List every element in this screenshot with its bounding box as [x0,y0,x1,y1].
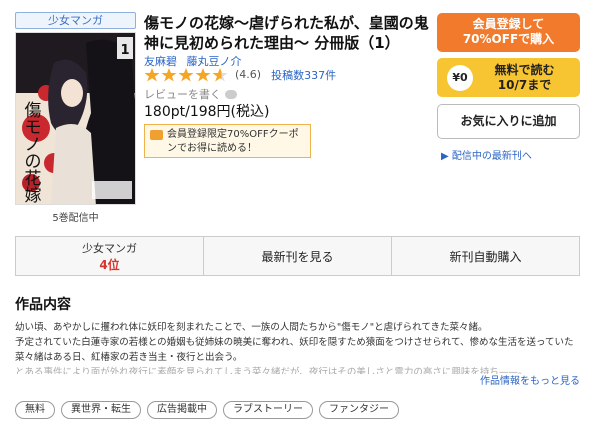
tag-chip[interactable]: 異世界・転生 [61,401,141,419]
star-icon [144,67,160,82]
tag-list: 無料 異世界・転生 広告掲載中 ラブストーリー ファンタジー [15,401,399,419]
star-icon [195,67,211,82]
free-line2: 10/7まで [497,77,552,92]
star-rating [144,67,229,82]
cover-image[interactable]: 1 傷 モ ノ の 花 嫁 [15,32,136,205]
page-title: 傷モノの花嫁〜虐げられた私が、皇國の鬼神に見初められた理由〜 分冊版（1） [144,14,429,52]
description-line: 幼い頃、あやかしに攫われ体に妖印を刻まれたことで、一族の人間たちから"傷モノ"と… [15,322,488,333]
description-line: 予定されていた白蓮寺家の若様との婚姻も従姉妹の暁美に奪われ、妖印を隠すため猿面を… [15,337,574,363]
tag-chip[interactable]: ラブストーリー [223,401,313,419]
auto-purchase-label: 新刊自動購入 [449,249,522,264]
volume-status: 5巻配信中 [52,213,99,224]
cover-title: 傷 モ ノ の 花 嫁 [24,101,42,205]
add-favorite-button[interactable]: お気に入りに追加 [437,104,580,139]
yen-zero-icon: ¥0 [447,64,473,91]
category-badge[interactable]: 少女マンガ [15,12,136,29]
review-count-link[interactable]: 投稿数337件 [271,67,336,83]
tag-chip[interactable]: 広告掲載中 [147,401,217,419]
register-purchase-button[interactable]: 会員登録して 70%OFFで購入 [437,13,580,52]
ranking-value: 4位 [99,257,120,272]
rating-value: (4.6) [235,68,262,81]
register-line1: 会員登録して [472,17,545,31]
star-icon [178,67,194,82]
rating-row: (4.6) 投稿数337件 [144,67,336,82]
price: 180pt/198円(税込) [144,104,270,120]
cover-volume-number: 1 [120,43,129,58]
star-icon [161,67,177,82]
star-icon [212,67,228,82]
action-bar: 少女マンガ 4位 最新刊を見る 新刊自動購入 [15,236,580,276]
read-free-button[interactable]: ¥0 無料で読む 10/7まで [437,58,580,97]
latest-volume-link[interactable]: ▶ 配信中の最新刊へ [441,147,532,162]
coupon-banner[interactable]: 会員登録限定70%OFFクーポンでお得に読める！ [144,124,311,158]
auto-purchase-button[interactable]: 新刊自動購入 [392,237,579,275]
tag-chip[interactable]: 無料 [15,401,55,419]
free-line1: 無料で読む [494,62,555,77]
section-title: 作品内容 [15,297,71,313]
ranking-category: 少女マンガ [82,241,137,255]
register-line2: 70%OFFで購入 [462,32,555,46]
ranking-cell[interactable]: 少女マンガ 4位 [16,237,204,275]
view-latest-button[interactable]: 最新刊を見る [204,237,392,275]
tag-chip[interactable]: ファンタジー [319,401,399,419]
write-review-link[interactable]: レビューを書く [144,86,237,102]
description: 幼い頃、あやかしに攫われ体に妖印を刻まれたことで、一族の人間たちから"傷モノ"と… [15,320,583,374]
write-review-label: レビューを書く [144,88,221,101]
coupon-tag-icon [150,130,163,140]
view-latest-label: 最新刊を見る [261,249,334,264]
coupon-text: 会員登録限定70%OFFクーポンでお得に読める！ [167,129,299,154]
more-info-link[interactable]: 作品情報をもっと見る [480,372,580,387]
speech-bubble-icon [225,89,237,99]
